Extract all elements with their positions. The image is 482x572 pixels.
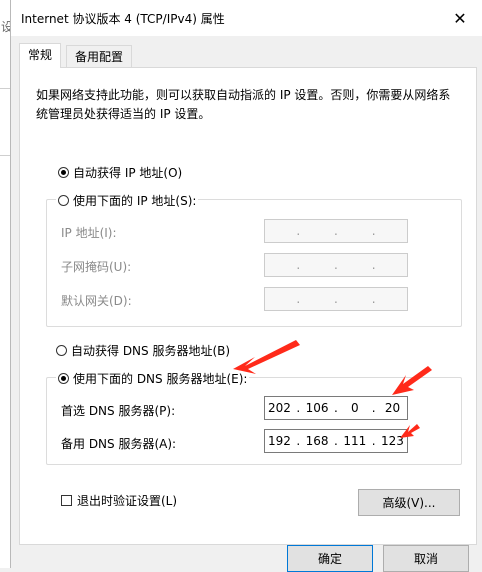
tab-alternate-configuration[interactable]: 备用配置 xyxy=(66,45,133,68)
background-divider xyxy=(0,155,10,156)
alternate-dns-input[interactable]: 192. 168. 111. 123 xyxy=(264,429,408,453)
description-text: 如果网络支持此功能，则可以获取自动指派的 IP 设置。否则，你需要从网络系统管理… xyxy=(36,88,451,121)
subnet-mask-input[interactable]: . . . xyxy=(264,253,408,277)
advanced-button[interactable]: 高级(V)... xyxy=(358,489,460,516)
manual-dns-label: 使用下面的 DNS 服务器地址(E): xyxy=(73,372,248,386)
preferred-dns-label: 首选 DNS 服务器(P): xyxy=(61,404,176,418)
radio-checked-icon xyxy=(58,167,69,178)
auto-ip-radio[interactable]: 自动获得 IP 地址(O) xyxy=(58,164,182,181)
subnet-mask-label: 子网掩码(U): xyxy=(61,260,132,274)
auto-dns-radio[interactable]: 自动获得 DNS 服务器地址(B) xyxy=(56,342,230,359)
manual-dns-radio[interactable]: 使用下面的 DNS 服务器地址(E): xyxy=(56,370,250,387)
general-tab-panel: 如果网络支持此功能，则可以获取自动指派的 IP 设置。否则，你需要从网络系统管理… xyxy=(19,67,477,545)
tcpip-properties-dialog: Internet 协议版本 4 (TCP/IPv4) 属性 ✕ 常规 备用配置 … xyxy=(10,0,482,572)
dialog-title: Internet 协议版本 4 (TCP/IPv4) 属性 xyxy=(21,12,225,26)
auto-ip-label: 自动获得 IP 地址(O) xyxy=(73,166,183,180)
default-gateway-input[interactable]: . . . xyxy=(264,287,408,311)
radio-unchecked-icon xyxy=(56,345,67,356)
alternate-dns-label: 备用 DNS 服务器(A): xyxy=(61,437,177,451)
manual-ip-label: 使用下面的 IP 地址(S): xyxy=(73,194,197,208)
manual-ip-radio[interactable]: 使用下面的 IP 地址(S): xyxy=(56,192,199,209)
tab-general[interactable]: 常规 xyxy=(19,43,62,68)
close-button[interactable]: ✕ xyxy=(437,0,482,36)
ip-address-label: IP 地址(I): xyxy=(61,226,117,240)
ip-address-input[interactable]: . . . xyxy=(264,219,408,243)
preferred-dns-input[interactable]: 202. 106. 0. 20 xyxy=(264,396,408,420)
background-window: 设 xyxy=(0,0,13,568)
title-bar: Internet 协议版本 4 (TCP/IPv4) 属性 ✕ xyxy=(11,0,482,36)
default-gateway-label: 默认网关(D): xyxy=(61,294,132,308)
close-icon: ✕ xyxy=(453,8,467,28)
radio-checked-icon xyxy=(58,373,69,384)
validate-on-exit-label: 退出时验证设置(L) xyxy=(77,494,178,508)
radio-unchecked-icon xyxy=(58,195,69,206)
background-divider xyxy=(0,88,10,89)
validate-on-exit-checkbox[interactable]: 退出时验证设置(L) xyxy=(61,492,177,509)
auto-dns-label: 自动获得 DNS 服务器地址(B) xyxy=(71,344,231,358)
checkbox-unchecked-icon xyxy=(61,495,72,506)
